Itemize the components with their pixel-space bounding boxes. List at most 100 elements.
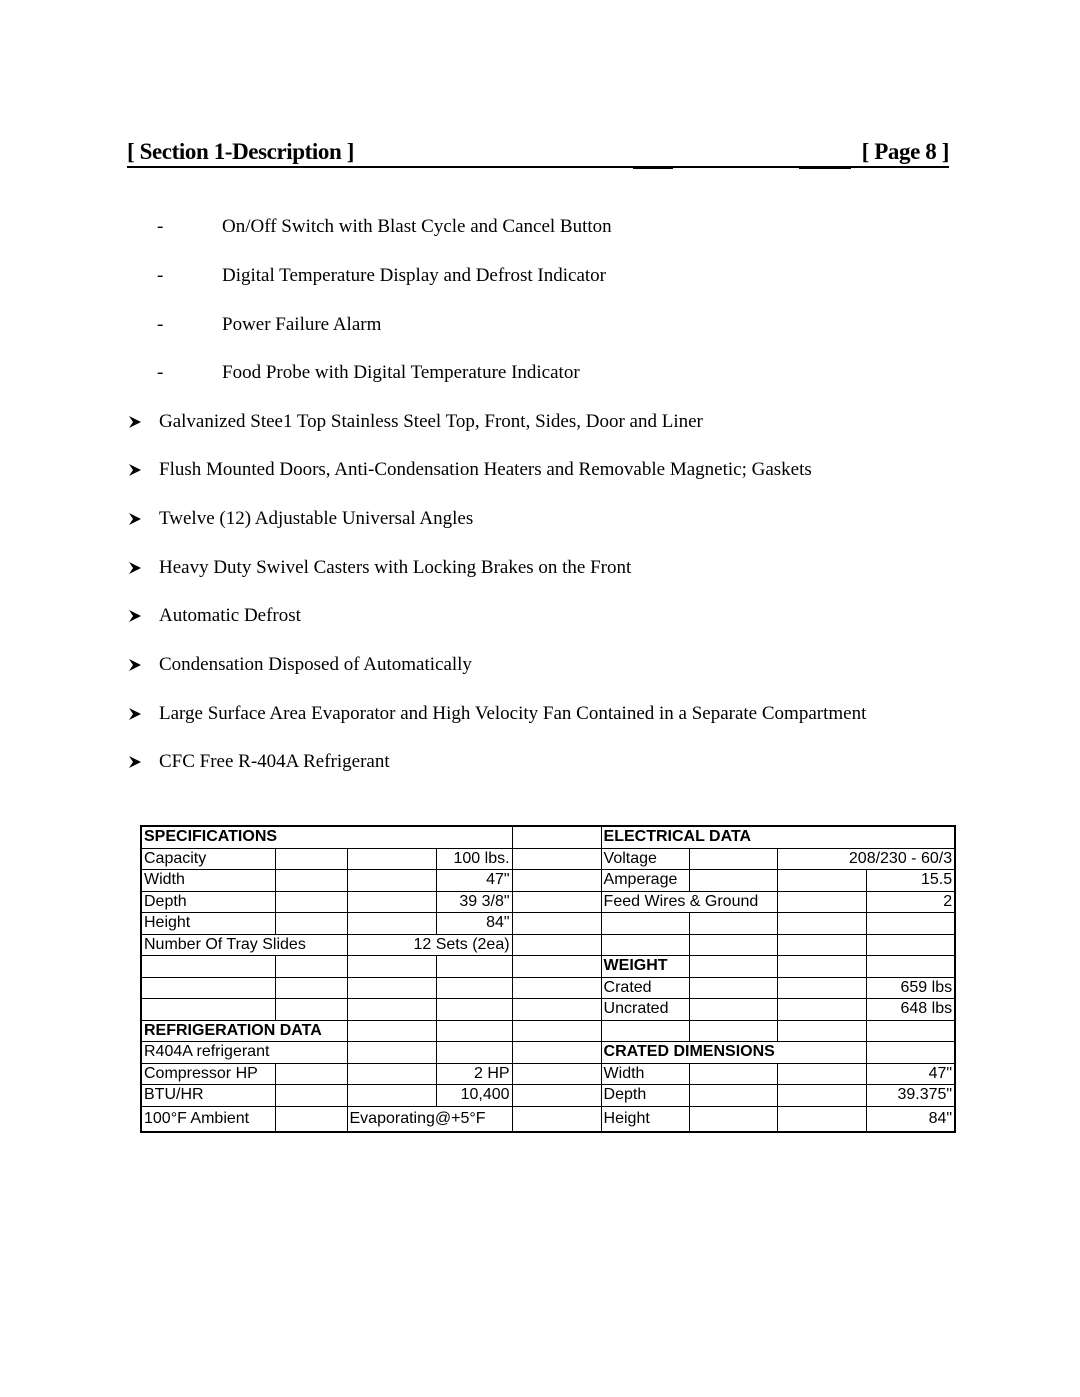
spec-label: Depth: [140, 890, 276, 913]
empty-cell: [776, 1084, 867, 1107]
weight-heading: WEIGHT: [600, 955, 690, 978]
table-row: WEIGHT: [140, 955, 956, 978]
empty-cell: [274, 955, 348, 978]
electrical-value: 15.5: [865, 869, 956, 892]
arrowhead-bullet-icon: [129, 756, 141, 768]
weight-value: 648 lbs: [865, 998, 956, 1021]
empty-cell: [435, 1041, 513, 1064]
empty-cell: [688, 1105, 778, 1132]
empty-cell: [511, 955, 602, 978]
table-row: Crated 659 lbs: [140, 976, 956, 999]
empty-cell: [688, 1019, 778, 1042]
empty-cell: [865, 955, 956, 978]
weight-value: 659 lbs: [865, 976, 956, 999]
table-row: Number Of Tray Slides 12 Sets (2ea): [140, 933, 956, 956]
electrical-label: Amperage: [600, 869, 690, 892]
empty-cell: [274, 869, 348, 892]
refrigeration-value: 2 HP: [435, 1062, 513, 1085]
empty-cell: [511, 912, 602, 935]
arrowhead-bullet-icon: [129, 416, 141, 428]
specifications-heading: SPECIFICATIONS: [140, 825, 513, 849]
empty-cell: [600, 912, 690, 935]
table-row: Compressor HP 2 HP Width 47": [140, 1062, 956, 1085]
empty-cell: [511, 890, 602, 913]
dimension-label: Depth: [600, 1084, 690, 1107]
empty-cell: [274, 912, 348, 935]
empty-cell: [865, 1041, 956, 1064]
refrigeration-value: 10,400: [435, 1084, 513, 1107]
empty-cell: [274, 890, 348, 913]
empty-cell: [274, 847, 348, 870]
table-row: REFRIGERATION DATA: [140, 1019, 956, 1042]
electrical-label: Feed Wires & Ground: [600, 890, 778, 913]
empty-cell: [435, 976, 513, 999]
empty-cell: [511, 869, 602, 892]
empty-cell: [346, 912, 437, 935]
arrowhead-bullet-icon: [129, 708, 141, 720]
dimension-value: 39.375": [865, 1084, 956, 1107]
arrowhead-bullet-icon: [129, 659, 141, 671]
empty-cell: [346, 998, 437, 1021]
page-number: [ Page 8 ]: [861, 139, 950, 164]
empty-cell: [346, 1084, 437, 1107]
empty-cell: [435, 955, 513, 978]
refrigeration-value: Evaporating@+5°F: [346, 1105, 513, 1132]
spec-label: Number Of Tray Slides: [140, 933, 348, 956]
refrigeration-label: 100°F Ambient: [140, 1105, 276, 1132]
empty-cell: [688, 847, 778, 870]
weight-label: Crated: [600, 976, 690, 999]
empty-cell: [435, 998, 513, 1021]
empty-cell: [776, 933, 867, 956]
table-row: SPECIFICATIONS ELECTRICAL DATA: [140, 825, 956, 849]
dimension-value: 84": [865, 1105, 956, 1132]
spec-value: 100 lbs.: [435, 847, 513, 870]
empty-cell: [140, 976, 276, 999]
empty-cell: [688, 976, 778, 999]
dimension-label: Height: [600, 1105, 690, 1132]
empty-cell: [274, 1084, 348, 1107]
empty-cell: [776, 890, 867, 913]
spec-label: Capacity: [140, 847, 276, 870]
refrigeration-heading: REFRIGERATION DATA: [140, 1019, 348, 1042]
weight-label: Uncrated: [600, 998, 690, 1021]
empty-cell: [511, 1019, 602, 1042]
empty-cell: [511, 1105, 602, 1132]
table-row: Uncrated 648 lbs: [140, 998, 956, 1021]
empty-cell: [511, 998, 602, 1021]
empty-cell: [346, 1041, 437, 1064]
empty-cell: [688, 912, 778, 935]
empty-cell: [865, 1019, 956, 1042]
empty-cell: [776, 1019, 867, 1042]
empty-cell: [511, 1041, 602, 1064]
empty-cell: [346, 847, 437, 870]
empty-cell: [688, 1062, 778, 1085]
arrowhead-bullet-icon: [129, 562, 141, 574]
electrical-value: 2: [865, 890, 956, 913]
spec-value: 12 Sets (2ea): [346, 933, 513, 956]
empty-cell: [776, 1105, 867, 1132]
empty-cell: [688, 1084, 778, 1107]
arrowhead-bullet-icon: [129, 610, 141, 622]
empty-cell: [865, 933, 956, 956]
table-row: BTU/HR 10,400 Depth 39.375": [140, 1084, 956, 1107]
empty-cell: [511, 976, 602, 999]
empty-cell: [600, 933, 690, 956]
electrical-heading: ELECTRICAL DATA: [600, 825, 956, 849]
table-row: Height 84": [140, 912, 956, 935]
table-row: Depth 39 3/8" Feed Wires & Ground 2: [140, 890, 956, 913]
spec-value: 84": [435, 912, 513, 935]
empty-cell: [688, 955, 778, 978]
empty-cell: [346, 955, 437, 978]
refrigeration-label: Compressor HP: [140, 1062, 276, 1085]
refrigeration-label: BTU/HR: [140, 1084, 276, 1107]
underline-segment: [799, 166, 851, 169]
empty-cell: [511, 933, 602, 956]
empty-cell: [274, 1105, 348, 1132]
empty-cell: [346, 976, 437, 999]
empty-cell: [274, 1062, 348, 1085]
underline-segment: [633, 166, 673, 169]
empty-cell: [511, 825, 602, 849]
empty-cell: [688, 933, 778, 956]
empty-cell: [688, 869, 778, 892]
table-row: Width 47" Amperage 15.5: [140, 869, 956, 892]
